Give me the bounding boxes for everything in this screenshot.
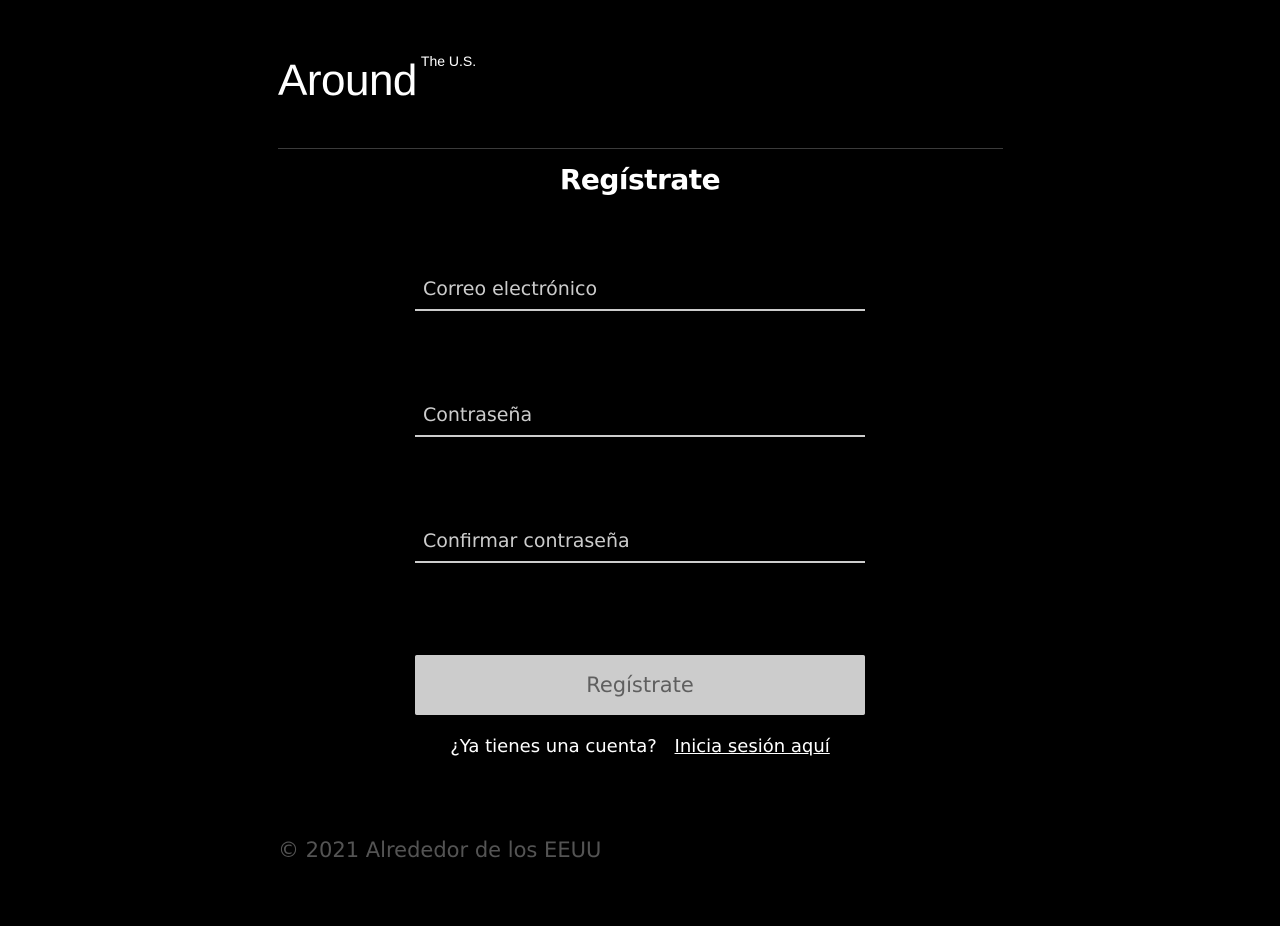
logo-text: Around xyxy=(278,56,417,105)
signup-page: Around The U.S. Regístrate Regístrate ¿Y… xyxy=(0,0,1280,926)
logo: Around The U.S. xyxy=(278,53,477,106)
email-field[interactable] xyxy=(415,278,865,300)
email-field-wrapper xyxy=(415,269,865,311)
register-button[interactable]: Regístrate xyxy=(415,655,865,715)
confirm-password-field[interactable] xyxy=(415,530,865,552)
signin-row: ¿Ya tienes una cuenta? Inicia sesión aqu… xyxy=(0,734,1280,760)
signin-prompt: ¿Ya tienes una cuenta? xyxy=(450,736,657,757)
page-title: Regístrate xyxy=(559,163,721,196)
signin-link[interactable]: Inicia sesión aquí xyxy=(675,736,830,757)
password-field[interactable] xyxy=(415,404,865,426)
copyright-text: © 2021 Alrededor de los EEUU xyxy=(278,838,602,862)
logo-superscript: The U.S. xyxy=(420,53,477,69)
confirm-password-field-wrapper xyxy=(415,521,865,563)
site-footer: © 2021 Alrededor de los EEUU xyxy=(278,835,601,865)
password-field-wrapper xyxy=(415,395,865,437)
header-divider xyxy=(278,148,1003,149)
